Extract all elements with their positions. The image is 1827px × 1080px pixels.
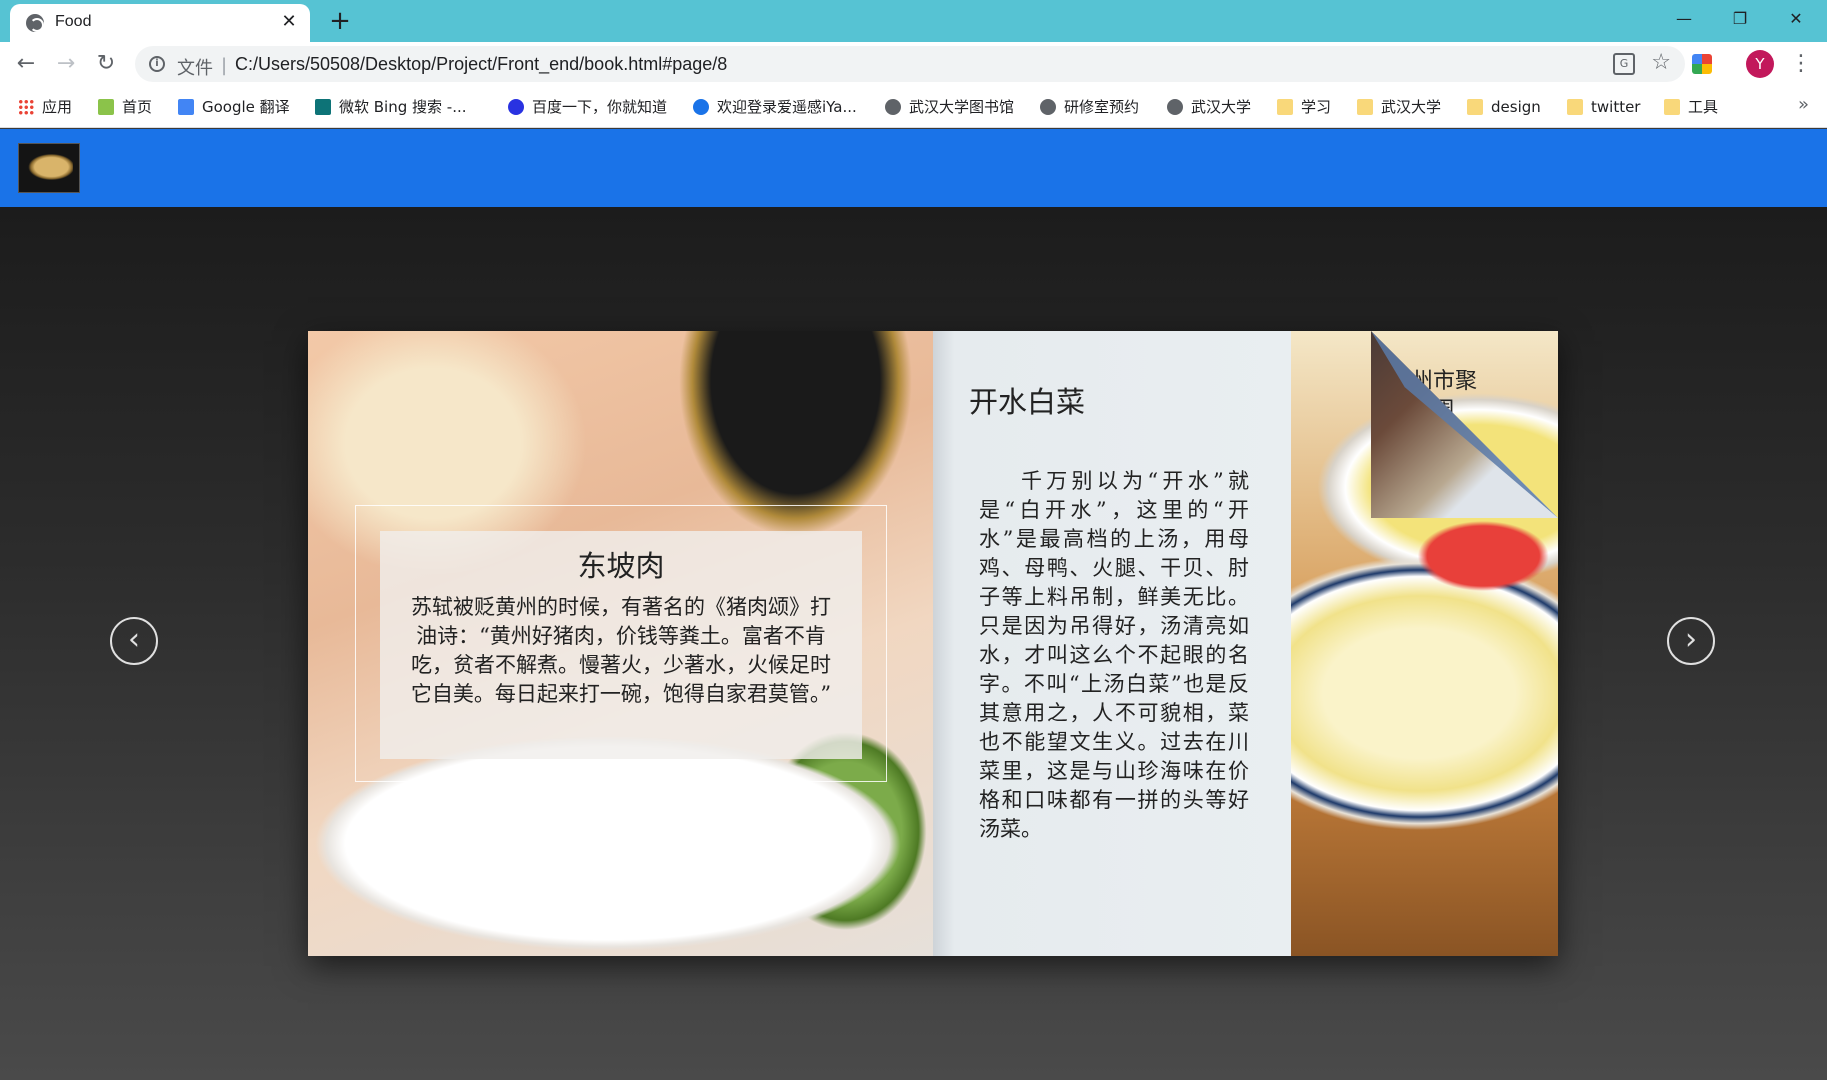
folder-icon (1664, 99, 1680, 115)
bookmark-folder-twitter[interactable]: twitter (1567, 96, 1640, 118)
apps-icon (18, 99, 34, 115)
bookmark-bing[interactable]: 微软 Bing 搜索 -... (315, 96, 467, 118)
flipbook[interactable]: 东坡肉 苏轼被贬黄州的时候，有著名的《猪肉颂》打油诗：“黄州好猪肉，价钱等粪土。… (308, 331, 1558, 956)
globe-icon (1040, 99, 1056, 115)
bookmark-folder-study[interactable]: 学习 (1277, 96, 1331, 118)
translate-icon[interactable]: G (1613, 53, 1635, 75)
bookmark-apps[interactable]: 应用 (18, 96, 72, 118)
bing-icon (315, 99, 331, 115)
page-icon (98, 99, 114, 115)
bookmark-folder-whu[interactable]: 武汉大学 (1357, 96, 1441, 118)
forward-button[interactable]: → (52, 50, 80, 78)
reload-button[interactable]: ↻ (92, 50, 120, 78)
bookmark-home[interactable]: 首页 (98, 96, 152, 118)
bookmark-label: 学习 (1301, 98, 1332, 116)
bookmark-label: twitter (1591, 98, 1641, 116)
dish-description: 苏轼被贬黄州的时候，有著名的《猪肉颂》打油诗：“黄州好猪肉，价钱等粪土。富者不肯… (410, 595, 832, 706)
new-tab-button[interactable]: + (325, 6, 355, 36)
profile-avatar[interactable]: Y (1746, 50, 1774, 78)
bookmark-label: 应用 (42, 98, 73, 116)
bookmark-whu-library[interactable]: 武汉大学图书馆 (885, 96, 1014, 118)
bookmark-label: 研修室预约 (1064, 98, 1140, 116)
url-text[interactable]: C:/Users/50508/Desktop/Project/Front_end… (235, 54, 727, 75)
right-page-text[interactable]: 开水白菜 千万别以为“开水”就是“白开水”，这里的“开水”是最高档的上汤，用母鸡… (933, 331, 1291, 956)
china-map-logo[interactable] (18, 143, 80, 193)
book-stage: ‹ › 东坡肉 苏轼被贬黄州的时候，有著名的《猪肉颂》打油诗：“黄州好猪肉，价钱… (0, 207, 1827, 1080)
dish-description: 千万别以为“开水”就是“白开水”，这里的“开水”是最高档的上汤，用母鸡、母鸭、火… (979, 469, 1249, 841)
google-translate-icon (178, 99, 194, 115)
tab-title: Food (55, 13, 92, 30)
bookmark-google-translate[interactable]: Google 翻译 (178, 96, 290, 118)
close-tab-icon[interactable]: ✕ (278, 11, 300, 33)
folder-icon (1467, 99, 1483, 115)
right-page-cabbage-photo[interactable]: 州市聚 使周 到 (1291, 331, 1558, 956)
url-separator: | (221, 55, 228, 76)
bookmark-study-room[interactable]: 研修室预约 (1040, 96, 1139, 118)
iya-icon (693, 99, 709, 115)
bookmark-label: 武汉大学 (1191, 98, 1252, 116)
browser-titlebar: Food ✕ + — ❐ ✕ (0, 0, 1827, 42)
bookmark-folder-design[interactable]: design (1467, 96, 1541, 118)
prev-page-button[interactable]: ‹ (110, 617, 158, 665)
bookmark-label: 武汉大学图书馆 (909, 98, 1015, 116)
bookmark-label: 微软 Bing 搜索 -... (339, 98, 467, 116)
close-window-button[interactable]: ✕ (1768, 0, 1824, 38)
bookmark-star-icon[interactable]: ☆ (1651, 50, 1671, 75)
globe-icon (1167, 99, 1183, 115)
restore-button[interactable]: ❐ (1712, 0, 1768, 38)
bookmark-label: 工具 (1688, 98, 1719, 116)
map-image (25, 152, 73, 182)
folder-icon (1567, 99, 1583, 115)
address-bar[interactable]: i 文件 | C:/Users/50508/Desktop/Project/Fr… (135, 46, 1685, 82)
back-button[interactable]: ← (12, 50, 40, 78)
url-scheme-label: 文件 (177, 58, 213, 79)
bookmark-whu[interactable]: 武汉大学 (1167, 96, 1251, 118)
more-menu-icon[interactable]: ⋮ (1790, 50, 1812, 78)
folder-icon (1277, 99, 1293, 115)
globe-icon (885, 99, 901, 115)
left-page-dongpo-pork[interactable]: 东坡肉 苏轼被贬黄州的时候，有著名的《猪肉颂》打油诗：“黄州好猪肉，价钱等粪土。… (308, 331, 933, 956)
bookmark-folder-tools[interactable]: 工具 (1664, 96, 1718, 118)
browser-toolbar: ← → ↻ i 文件 | C:/Users/50508/Desktop/Proj… (0, 42, 1827, 86)
bookmark-iya[interactable]: 欢迎登录爱遥感iYa... (693, 96, 857, 118)
extension-icon[interactable] (1692, 54, 1712, 74)
site-header (0, 129, 1827, 207)
bookmark-label: Google 翻译 (202, 98, 290, 116)
dish-title: 开水白菜 (969, 385, 1086, 419)
next-page-button[interactable]: › (1667, 617, 1715, 665)
dish-title: 东坡肉 (577, 549, 665, 583)
browser-tab[interactable]: Food ✕ (10, 4, 310, 42)
more-bookmarks-icon[interactable]: » (1798, 94, 1809, 115)
bookmark-label: 百度一下，你就知道 (532, 98, 668, 116)
info-icon[interactable]: i (149, 56, 165, 72)
bookmarks-bar: 应用 首页 Google 翻译 微软 Bing 搜索 -... 百度一下，你就知… (0, 86, 1827, 128)
globe-icon (26, 14, 44, 32)
bookmark-label: 首页 (122, 98, 153, 116)
bookmark-label: 武汉大学 (1381, 98, 1442, 116)
folder-icon (1357, 99, 1373, 115)
baidu-icon (508, 99, 524, 115)
minimize-button[interactable]: — (1656, 0, 1712, 38)
bookmark-label: 欢迎登录爱遥感iYa... (717, 98, 857, 116)
caption-box: 东坡肉 苏轼被贬黄州的时候，有著名的《猪肉颂》打油诗：“黄州好猪肉，价钱等粪土。… (380, 531, 862, 759)
bookmark-baidu[interactable]: 百度一下，你就知道 (508, 96, 667, 118)
bookmark-label: design (1491, 98, 1541, 116)
